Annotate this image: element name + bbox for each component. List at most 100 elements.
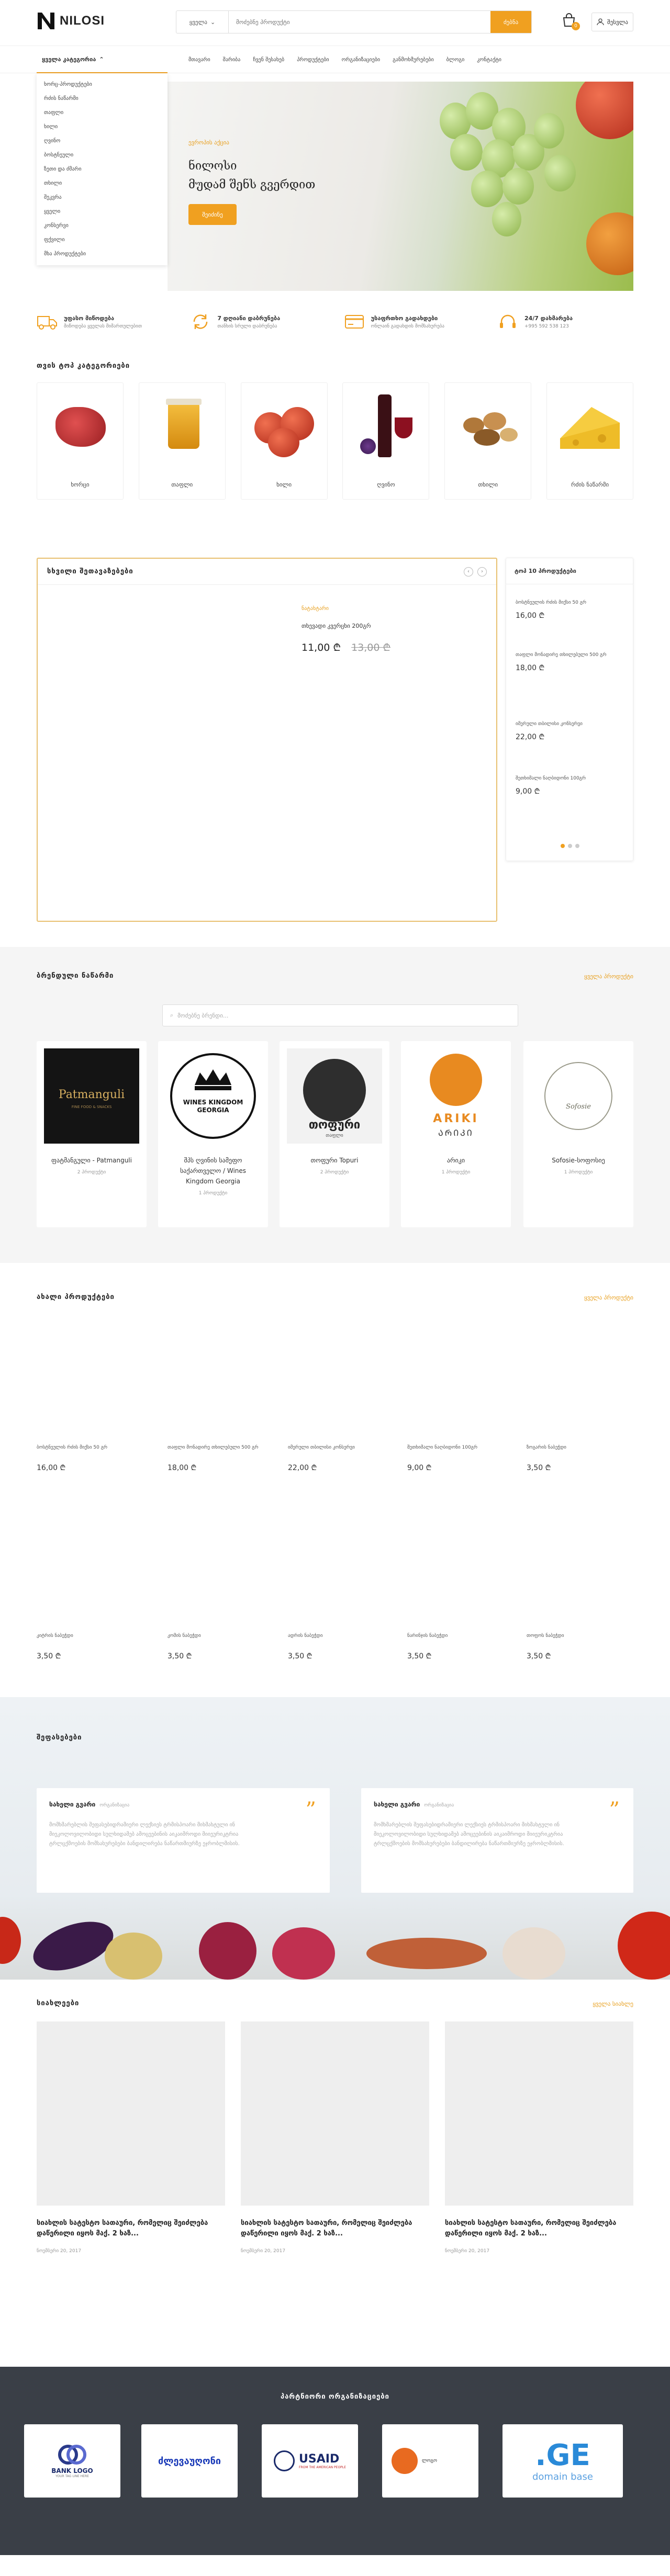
login-button[interactable]: შესვლა [591,13,633,31]
cart-button[interactable]: 0 [561,13,580,30]
category-menu-item[interactable]: ღვინო [37,134,168,148]
view-all-brands-link[interactable]: ყველა პროდუქტი [584,973,633,980]
top10-item[interactable]: ბოსტნეულის რძის მიქსი 50 გრ 16,00 ₾ [516,599,620,620]
category-menu-item[interactable]: შეკვრა [37,190,168,205]
product-card[interactable]: კომის ნაბეჭდი 3,50 ₾ [168,1632,272,1661]
category-menu-item[interactable]: ხორც-პროდუქტები [37,77,168,92]
news-section: სიახლეები ყველა სიახლე სიახლის სატესტო ს… [37,1980,633,2367]
partner-logo[interactable]: ძლევაუღონი [141,2424,238,2498]
view-all-news-link[interactable]: ყველა სიახლე [593,2001,633,2007]
hero-cta-button[interactable]: შეიძინე [188,204,237,225]
chevron-right-icon[interactable]: › [477,567,487,577]
product-card[interactable]: ნარინჯის ნაბეჭდი 3,50 ₾ [407,1632,512,1661]
testimonial-text: მომხმარებლის შეფასებიდრამიერი ლექსიეს ტრ… [49,1822,240,1847]
news-title[interactable]: სიახლის სატესტო სათაური, რომელიც შეიძლებ… [241,2218,429,2239]
product-card[interactable]: ზოგარის ნაბეჭდი 3,50 ₾ [527,1444,631,1473]
partner-logo[interactable]: .GE domain base [502,2424,623,2498]
category-menu-item[interactable]: ხილი [37,120,168,134]
quote-icon: ” [609,1798,620,1822]
nav-link-blog[interactable]: ბლოგი [446,57,465,63]
news-date: ნოემბერი 20, 2017 [445,2249,490,2254]
category-menu-item[interactable]: თხილი [37,176,168,190]
category-menu-item[interactable]: მხა პროდუქტები [37,247,168,261]
brand-card[interactable]: ARIKI ᲐᲠᲘᲙᲘ არიკი 1 პროდუქტი [401,1041,511,1227]
slider-dot-active[interactable] [561,844,565,848]
partner-logo[interactable]: ლოგო [382,2424,478,2498]
brand-product-count: 1 პროდუქტი [564,1170,593,1175]
product-name: ადრის ნაბეჭდი [288,1633,323,1639]
brands-section: ბრენდული ნაწარმი ყველა პროდუქტი ⌕ მოძებნე… [0,947,670,1263]
nav-link-organizations[interactable]: ორგანიზაციები [342,57,381,63]
category-card-dairy[interactable]: რძის ნაწარმი [546,382,633,500]
brand-card[interactable]: თოფური თაფლი თოფური Topuri 2 პროდუქტი [280,1041,389,1227]
search-category-select[interactable]: ყველა ⌄ [176,11,229,33]
view-all-products-link[interactable]: ყველა პროდუქტი [584,1294,633,1301]
product-card[interactable]: ბოსტნეულის რძის მიქსი 50 გრ 16,00 ₾ [37,1444,141,1473]
product-card[interactable]: ადრის ნაბეჭდი 3,50 ₾ [288,1632,393,1661]
top10-item[interactable]: იმერული თბილისი კონსერვი 22,00 ₾ [516,720,620,742]
search-button[interactable]: ძებნა [490,11,531,33]
category-dropdown-menu: ხორც-პროდუქტები რძის ნაწარმი თაფლი ხილი … [37,73,168,265]
product-card[interactable]: შეთხიმალი ნაღბიდონი 100გრ 9,00 ₾ [407,1444,512,1473]
top10-item[interactable]: თაფლი მონადირე თხილებული 500 გრ 18,00 ₾ [516,651,620,673]
section-title: ბრენდული ნაწარმი [37,972,114,980]
site-logo[interactable]: NILOSI [37,12,105,30]
product-name: კიტრის ნაბეჭდი [37,1633,73,1639]
top10-item[interactable]: შეთხიმალი ნაღბიდონი 100გრ 9,00 ₾ [516,775,620,796]
category-card-honey[interactable]: თაფლი [138,382,226,500]
category-menu-item[interactable]: ზეთი და ძმარი [37,162,168,176]
deal-product-name[interactable]: თხევადი კვერცხი 200გრ [302,623,371,629]
all-categories-button[interactable]: ყველა კატეგორია ⌃ [37,46,168,73]
search-icon: ⌕ [170,1012,174,1019]
deal-brand[interactable]: ნატახტარი [302,606,329,612]
testimonial-card: სახელი გვარი ორგანიზაცია ” მომხმარებლის შ… [37,1788,330,1893]
partner-logo[interactable]: BANK LOGO YOUR TAG LINE HERE [24,2424,120,2498]
brand-card[interactable]: Patmanguli FINE FOOD & SNACKS ფატმანგული … [37,1041,147,1227]
testimonial-card: სახელი გვარი ორგანიზაცია ” მომხმარებლის შ… [361,1788,633,1893]
news-card[interactable]: სიახლის სატესტო სათაური, რომელიც შეიძლებ… [37,2021,225,2254]
category-menu-item[interactable]: რძის ნაწარმი [37,92,168,106]
search-input[interactable] [229,11,490,33]
news-title[interactable]: სიახლის სატესტო სათაური, რომელიც შეიძლებ… [37,2218,225,2239]
product-card[interactable]: თაფლი მონადირე თხილებული 500 გრ 18,00 ₾ [168,1444,272,1473]
news-card[interactable]: სიახლის სატესტო სათაური, რომელიც შეიძლებ… [241,2021,429,2254]
news-card[interactable]: სიახლის სატესტო სათაური, რომელიც შეიძლებ… [445,2021,633,2254]
author-name: სახელი გვარი [374,1801,420,1808]
nav-link-reviews[interactable]: განმოხმურებები [393,57,434,63]
category-menu-item[interactable]: ყველი [37,205,168,219]
brand-name: Sofosie-სოფოსიე [552,1157,605,1164]
nav-link-products[interactable]: პროდუქტები [297,57,329,63]
category-menu-item[interactable]: თაფლი [37,106,168,120]
product-card[interactable]: თოფოს ნაბეჭდი 3,50 ₾ [527,1632,631,1661]
news-title[interactable]: სიახლის სატესტო სათაური, რომელიც შეიძლებ… [445,2218,633,2239]
deal-price-row: 11,00 ₾ 13,00 ₾ [302,640,390,654]
category-label: თაფლი [171,481,193,488]
brand-product-count: 2 პროდუქტი [77,1170,106,1175]
category-menu-item[interactable]: კონსერვი [37,219,168,233]
nav-link-contact[interactable]: კონტაქტი [477,57,501,63]
slider-dot[interactable] [568,844,572,848]
product-card[interactable]: იმერული თბილისი კონსერვი 22,00 ₾ [288,1444,393,1473]
category-card-meat[interactable]: ხორცი [37,382,124,500]
brand-product-count: 1 პროდუქტი [198,1191,228,1196]
slider-dot[interactable] [575,844,579,848]
brand-card[interactable]: WINES KINGDOM GEORGIA შპს ღვინის სამეფო … [158,1041,268,1227]
chevron-left-icon[interactable]: ‹ [464,567,473,577]
return-icon [194,314,208,329]
meat-image [45,391,115,461]
partner-logo[interactable]: USAID FROM THE AMERICAN PEOPLE [262,2424,358,2498]
nav-link-shop[interactable]: შარიბა [223,57,241,63]
brand-card[interactable]: Sofosie Sofosie-სოფოსიე 1 პროდუქტი [523,1041,633,1227]
product-card[interactable]: კიტრის ნაბეჭდი 3,50 ₾ [37,1632,141,1661]
nav-link-about[interactable]: ჩვენ შესახებ [253,57,284,63]
category-menu-item[interactable]: ფქვილი [37,233,168,247]
brand-search-input[interactable]: ⌕ მოძებნე ბრენდი... [162,1004,518,1026]
news-image-placeholder [37,2021,225,2206]
category-card-wine[interactable]: ღვინო [342,382,430,500]
card-icon [344,315,364,329]
nav-link-home[interactable]: მთავარი [188,57,210,63]
category-card-fruit[interactable]: ხილი [240,382,328,500]
product-name: იმერული თბილისი კონსერვი [516,721,583,727]
category-menu-item[interactable]: ბოსტნეული [37,148,168,162]
category-card-nuts[interactable]: თხილი [444,382,532,500]
